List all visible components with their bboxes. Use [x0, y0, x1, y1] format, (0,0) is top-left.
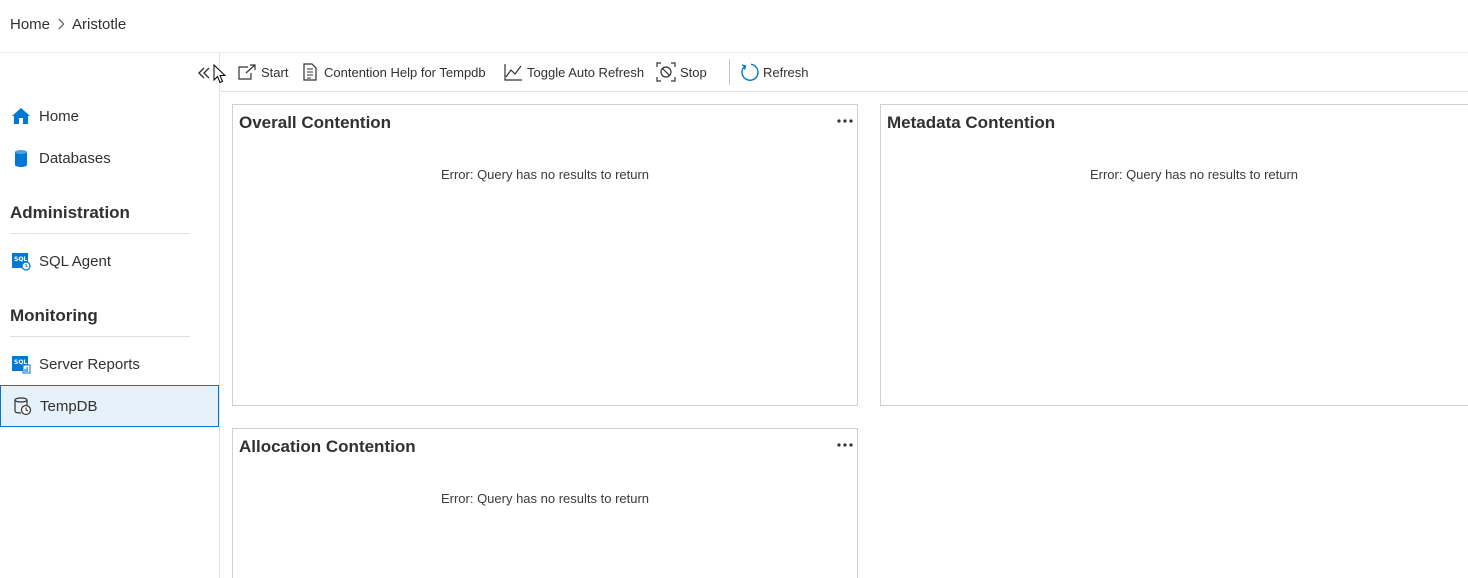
stop-button[interactable]: Stop	[656, 61, 707, 83]
section-title-administration: Administration	[10, 203, 130, 222]
sidebar-item-databases[interactable]: Databases	[0, 137, 219, 179]
sidebar-item-sql-agent[interactable]: SQL SQL Agent	[0, 240, 219, 282]
widget-error-message: Error: Query has no results to return	[440, 491, 650, 506]
widget-error-message: Error: Query has no results to return	[440, 167, 650, 182]
sidebar-item-label: SQL Agent	[39, 252, 111, 270]
widget-allocation-contention: Allocation Contention Error: Query has n…	[232, 428, 858, 578]
toggle-auto-refresh-label: Toggle Auto Refresh	[527, 64, 645, 80]
sidebar-item-label: Databases	[39, 149, 111, 167]
sidebar: Home Databases Administration SQL SQL Ag…	[0, 53, 220, 578]
toggle-auto-refresh-button[interactable]: Toggle Auto Refresh	[503, 61, 644, 83]
sidebar-item-label: Home	[39, 107, 80, 125]
toolbar: Start Contention Help for Tempdb Toggle …	[221, 53, 1468, 92]
widget-title: Metadata Contention	[887, 113, 1056, 132]
line-chart-icon	[503, 62, 523, 82]
widget-error-message: Error: Query has no results to return	[1089, 167, 1299, 182]
breadcrumb: Home Aristotle	[10, 14, 126, 34]
sidebar-item-tempdb[interactable]: TempDB	[0, 385, 219, 427]
breadcrumb-current[interactable]: Aristotle	[72, 16, 126, 33]
more-options-icon[interactable]	[834, 113, 856, 129]
section-divider	[10, 233, 190, 234]
widget-title: Allocation Contention	[239, 437, 416, 456]
toolbar-separator	[729, 59, 730, 85]
stop-label: Stop	[680, 64, 707, 80]
widget-overall-contention: Overall Contention Error: Query has no r…	[232, 104, 858, 406]
contention-help-label: Contention Help for Tempdb	[324, 64, 486, 80]
widget-title: Overall Contention	[239, 113, 392, 132]
more-options-icon[interactable]	[834, 437, 856, 453]
breadcrumb-home[interactable]: Home	[10, 16, 50, 33]
contention-help-button[interactable]: Contention Help for Tempdb	[300, 61, 486, 83]
start-icon	[237, 62, 257, 82]
home-icon	[11, 106, 31, 126]
tempdb-icon	[12, 396, 32, 416]
sidebar-item-server-reports[interactable]: SQL Server Reports	[0, 343, 219, 385]
start-button[interactable]: Start	[237, 61, 288, 83]
section-title-monitoring: Monitoring	[10, 306, 98, 325]
chevron-right-icon	[50, 14, 72, 34]
database-icon	[11, 148, 31, 168]
refresh-button[interactable]: Refresh	[739, 61, 809, 83]
start-label: Start	[261, 64, 289, 80]
document-icon	[300, 62, 320, 82]
sidebar-item-label: TempDB	[40, 397, 98, 415]
sidebar-item-label: Server Reports	[39, 355, 140, 373]
refresh-icon	[739, 62, 759, 82]
sql-agent-icon: SQL	[11, 251, 31, 271]
server-reports-icon: SQL	[11, 354, 31, 374]
mouse-cursor-icon	[213, 64, 227, 84]
refresh-label: Refresh	[763, 64, 809, 80]
widget-metadata-contention: Metadata Contention Error: Query has no …	[880, 104, 1468, 406]
section-divider	[10, 336, 190, 337]
sidebar-item-home[interactable]: Home	[0, 95, 219, 137]
stop-icon	[656, 62, 676, 82]
collapse-sidebar-icon[interactable]	[195, 65, 213, 81]
